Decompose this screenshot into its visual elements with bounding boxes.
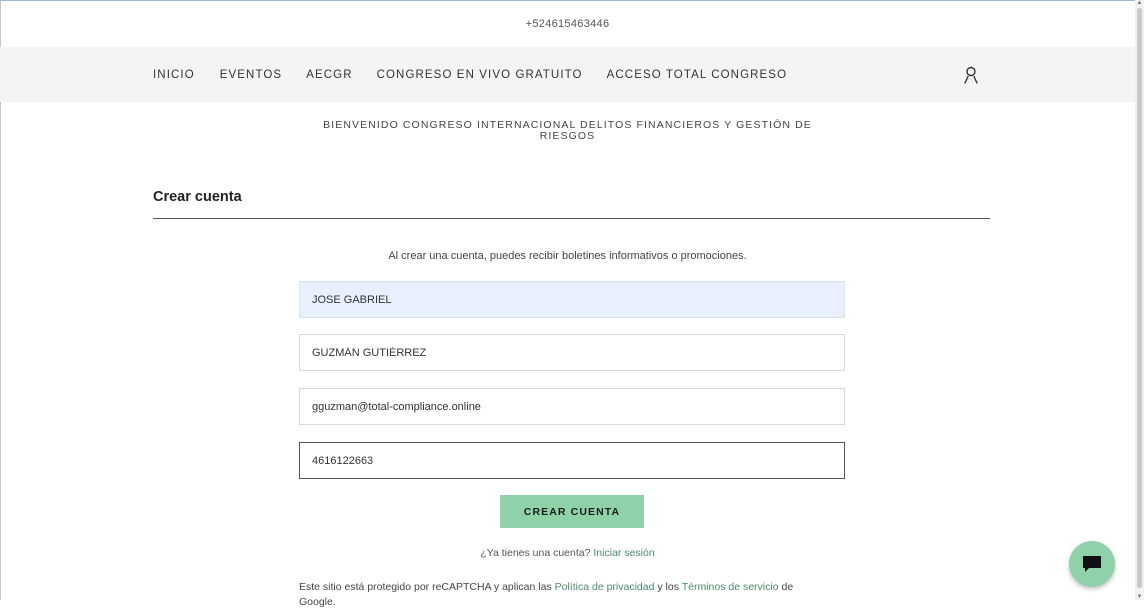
chat-bubble-icon: [1083, 556, 1101, 572]
form-info-text: Al crear una cuenta, puedes recibir bole…: [388, 250, 747, 262]
welcome-line-2: RIESGOS: [539, 130, 596, 142]
user-icon[interactable]: [963, 66, 979, 84]
phone-number: +524615463446: [525, 17, 610, 30]
nav-item-congreso-en-vivo[interactable]: CONGRESO EN VIVO GRATUITO: [377, 69, 583, 81]
recaptcha-suffix: de: [781, 581, 794, 593]
announcement-bar: +524615463446: [0, 0, 1135, 47]
welcome-heading: BIENVENIDO CONGRESO INTERNACIONAL DELITO…: [0, 120, 1135, 142]
scrollbar-thumb[interactable]: [1137, 8, 1142, 588]
recaptcha-notice: Este sitio está protegido por reCAPTCHA …: [299, 580, 859, 610]
main-nav: INICIO EVENTOS AECGR CONGRESO EN VIVO GR…: [0, 47, 1135, 102]
privacy-policy-link[interactable]: Política de privacidad: [555, 581, 655, 593]
title-divider: [153, 218, 990, 219]
terms-of-service-link[interactable]: Términos de servicio: [682, 581, 779, 593]
first-name-field[interactable]: [299, 281, 845, 318]
nav-item-eventos[interactable]: EVENTOS: [220, 69, 282, 81]
page-title: Crear cuenta: [153, 189, 242, 205]
nav-item-inicio[interactable]: INICIO: [153, 69, 195, 81]
recaptcha-middle: y los: [657, 581, 679, 593]
recaptcha-prefix: Este sitio está protegido por reCAPTCHA …: [299, 581, 552, 593]
login-prompt: ¿Ya tienes una cuenta? Iniciar sesión: [0, 547, 1135, 559]
email-field[interactable]: [299, 388, 845, 425]
scroll-down-arrow-icon[interactable]: ▼: [1136, 594, 1143, 600]
scrollbar[interactable]: ▲ ▼: [1135, 0, 1144, 600]
chat-button[interactable]: [1069, 541, 1115, 587]
create-account-button[interactable]: CREAR CUENTA: [500, 495, 644, 528]
scroll-up-arrow-icon[interactable]: ▲: [1136, 0, 1143, 6]
login-link[interactable]: Iniciar sesión: [593, 547, 654, 559]
recaptcha-line-2: Google.: [299, 596, 336, 608]
last-name-field[interactable]: [299, 334, 845, 371]
nav-item-aecgr[interactable]: AECGR: [306, 69, 352, 81]
phone-field[interactable]: [299, 442, 845, 479]
login-prompt-text: ¿Ya tienes una cuenta?: [480, 547, 591, 559]
nav-item-acceso-total[interactable]: ACCESO TOTAL CONGRESO: [607, 69, 788, 81]
